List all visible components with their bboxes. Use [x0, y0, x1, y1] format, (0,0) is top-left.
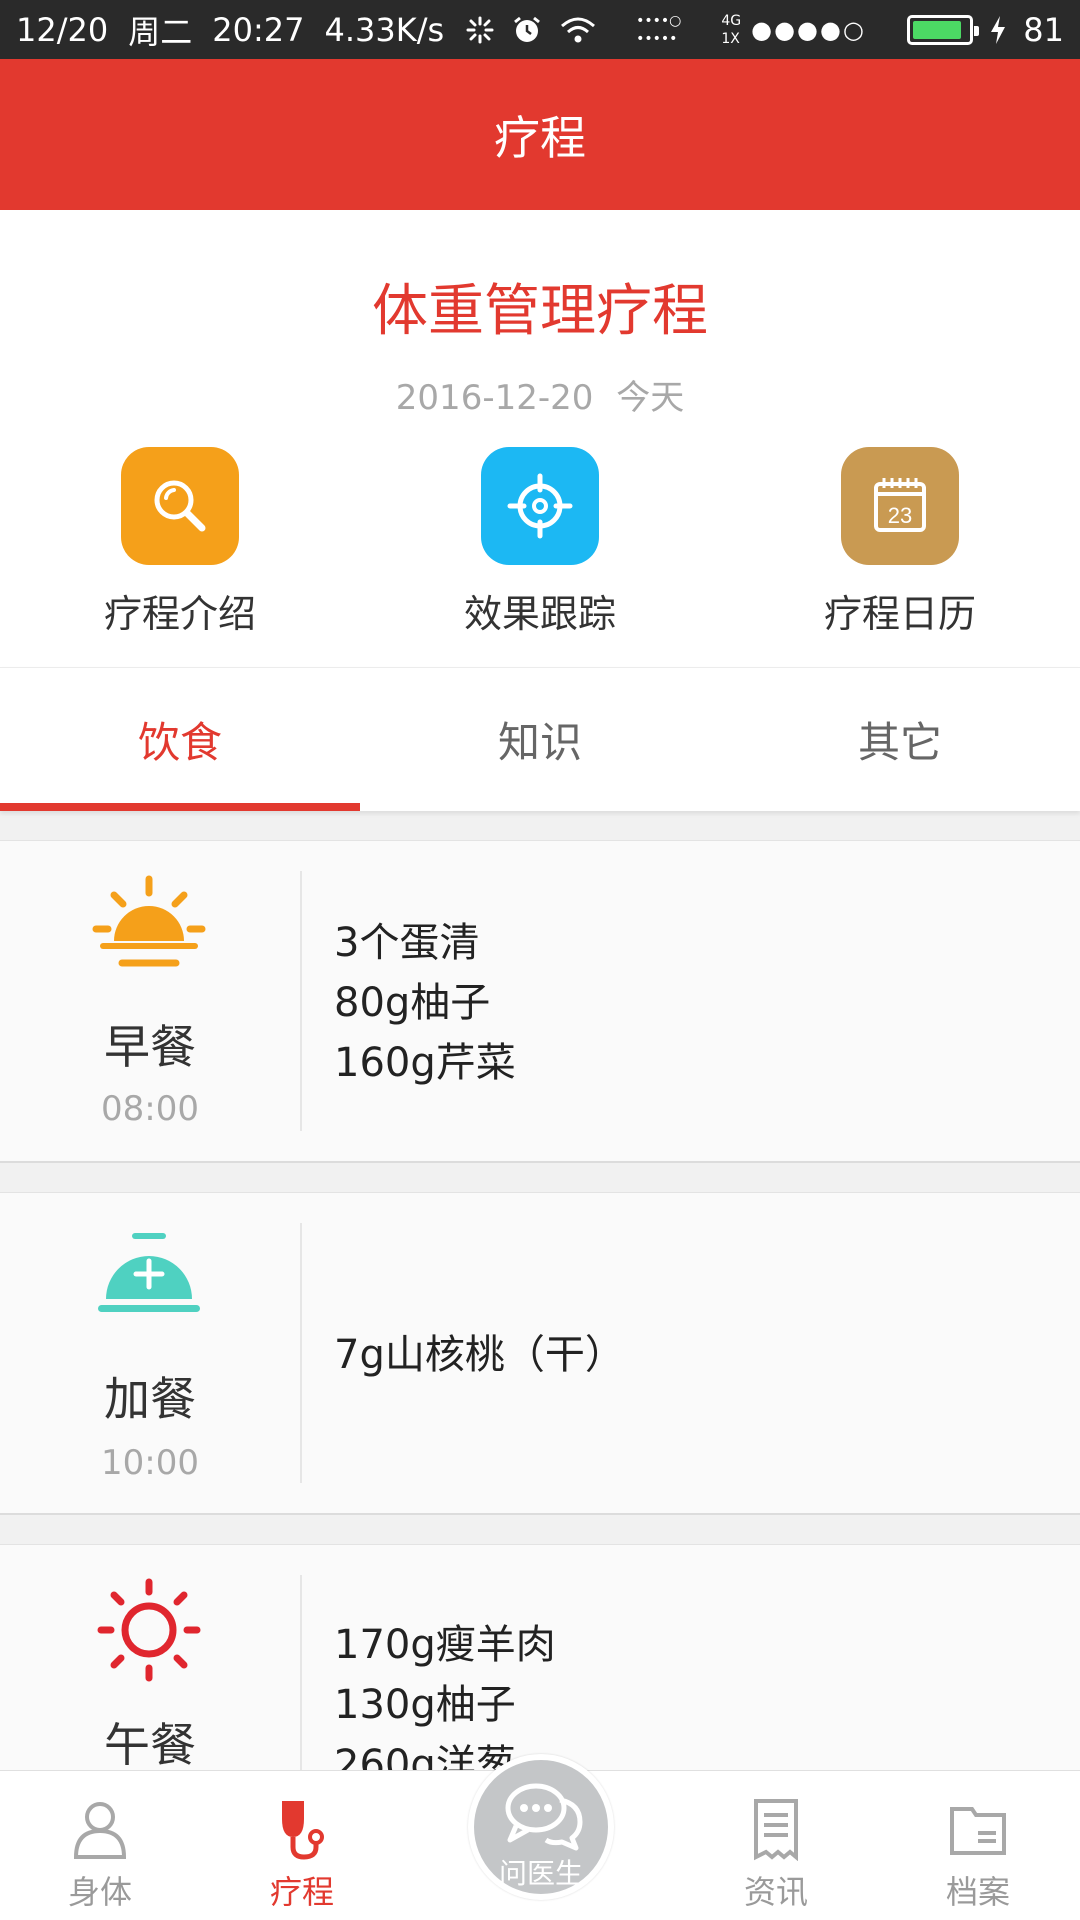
food-item: 170g瘦羊肉	[334, 1622, 556, 1668]
stethoscope-icon	[282, 1801, 324, 1860]
tab-knowledge[interactable]: 知识	[360, 668, 720, 811]
nav-label: 问医生	[498, 1857, 583, 1890]
food-item: 7g山核桃（干）	[334, 1332, 625, 1378]
status-time: 20:27	[212, 10, 305, 49]
meal-snack[interactable]: 加餐 10:00 7g山核桃（干）	[0, 1192, 1080, 1515]
shortcut-effect-tracking[interactable]: 效果跟踪	[360, 447, 720, 638]
divider	[300, 1223, 302, 1483]
folder-icon	[950, 1807, 1006, 1855]
meal-info: 早餐 08:00	[0, 841, 300, 1161]
ask-doctor-button[interactable]: 问医生	[468, 1754, 614, 1900]
calendar-day: 23	[888, 503, 912, 528]
food-item: 3个蛋清	[334, 920, 480, 966]
nav-body[interactable]: 身体	[0, 1771, 200, 1920]
meal-breakfast[interactable]: 早餐 08:00 3个蛋清 80g柚子 160g芹菜	[0, 840, 1080, 1163]
search-icon	[154, 480, 206, 532]
alarm-icon	[514, 16, 541, 42]
status-bar: 12/20 周二 20:27 4.33K/s ••••○ ••••• 4G 1X…	[0, 0, 1080, 59]
person-icon	[73, 1802, 127, 1859]
shortcut-label: 疗程日历	[823, 592, 976, 636]
shortcut-course-calendar[interactable]: 23 疗程日历	[720, 447, 1080, 638]
content-tabs: 饮食 知识 其它	[0, 667, 1080, 811]
shortcut-label: 效果跟踪	[463, 592, 616, 636]
battery-level: 81	[1023, 10, 1064, 49]
document-icon	[754, 1799, 798, 1861]
shortcut-course-intro[interactable]: 疗程介绍	[0, 447, 360, 638]
food-item: 130g柚子	[334, 1682, 516, 1728]
signal-strength: ●●●●○	[751, 15, 866, 44]
tab-diet[interactable]: 饮食	[0, 668, 360, 811]
nav-label: 疗程	[269, 1873, 334, 1911]
tab-other[interactable]: 其它	[720, 668, 1080, 811]
course-date: 2016-12-20 今天	[0, 370, 1080, 419]
meal-time: 08:00	[101, 1089, 199, 1129]
shortcuts: 疗程介绍 效果跟踪 23 疗程日历	[0, 447, 1080, 638]
shortcut-label: 疗程介绍	[103, 592, 256, 636]
sunrise-icon	[92, 875, 206, 967]
calendar-icon: 23	[874, 478, 926, 532]
status-weekday: 周二	[128, 12, 193, 51]
nav-course[interactable]: 疗程	[202, 1771, 402, 1920]
food-list: 7g山核桃（干）	[334, 1325, 625, 1385]
meal-info: 加餐 10:00	[0, 1193, 300, 1513]
divider	[300, 871, 302, 1131]
course-calendar-tile: 23	[841, 447, 959, 565]
nav-news[interactable]: 资讯	[676, 1771, 876, 1920]
meal-name: 加餐	[104, 1372, 196, 1426]
sim-dots-bottom: •••••	[636, 30, 678, 47]
chat-bubbles-icon	[505, 1783, 583, 1851]
course-intro-tile	[121, 447, 239, 565]
food-item: 80g柚子	[334, 980, 491, 1026]
battery-icon	[907, 14, 980, 45]
course-date-value: 2016-12-20	[395, 378, 594, 418]
cloche-icon	[98, 1233, 200, 1312]
course-title: 体重管理疗程	[372, 279, 708, 344]
food-list: 3个蛋清 80g柚子 160g芹菜	[334, 913, 516, 1093]
effect-tracking-tile	[481, 447, 599, 565]
course-header: 体重管理疗程 2016-12-20 今天 疗程介绍 效果跟踪 23 疗程日历	[0, 210, 1080, 667]
meal-name: 早餐	[104, 1020, 196, 1074]
nav-records[interactable]: 档案	[878, 1771, 1078, 1920]
sim-dots: ••••○ •••••	[636, 14, 681, 46]
page-title: 疗程	[494, 110, 586, 165]
status-date: 12/20	[16, 10, 109, 49]
charging-icon	[991, 15, 1006, 44]
meal-time: 10:00	[101, 1443, 199, 1483]
network-4g: 4G	[721, 12, 742, 29]
nav-label: 身体	[67, 1873, 132, 1911]
loading-icon	[466, 16, 494, 43]
status-speed: 4.33K/s	[324, 10, 445, 49]
network-1x: 1X	[721, 30, 740, 47]
network-type: 4G 1X	[721, 12, 741, 48]
sun-icon	[97, 1578, 201, 1682]
target-icon	[507, 473, 573, 539]
app-bar: 疗程	[0, 59, 1080, 210]
course-date-today: 今天	[616, 378, 685, 418]
nav-label: 档案	[945, 1873, 1010, 1911]
wifi-icon	[561, 17, 596, 42]
meal-name: 午餐	[104, 1718, 196, 1772]
food-item: 160g芹菜	[334, 1040, 516, 1086]
sim-dots-top: ••••○	[636, 12, 682, 29]
nav-label: 资讯	[743, 1873, 808, 1911]
